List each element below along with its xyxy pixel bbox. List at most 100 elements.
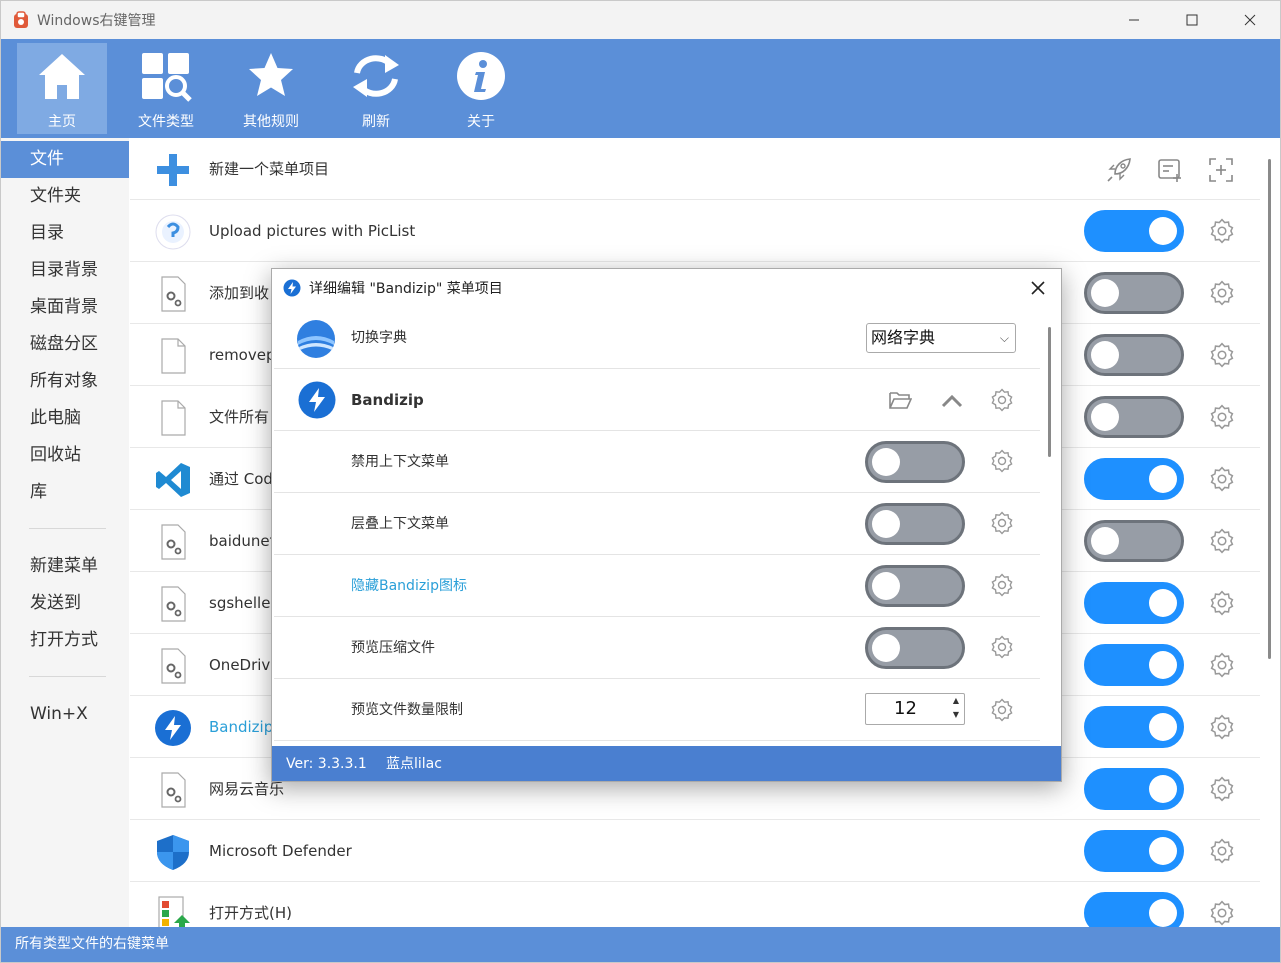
list-item-toggle[interactable] <box>1084 768 1184 810</box>
preview-limit-stepper[interactable]: 12 ▲ ▼ <box>865 693 965 725</box>
toggle-knob <box>872 510 900 538</box>
sidebar-item-send-to[interactable]: 发送到 <box>1 585 129 622</box>
sidebar: 文件 文件夹 目录 目录背景 桌面背景 磁盘分区 所有对象 此电脑 回收站 库 … <box>1 138 129 927</box>
preview-limit-row: 预览文件数量限制 12 ▲ ▼ <box>274 679 1040 741</box>
add-note-icon[interactable] <box>1157 157 1183 183</box>
dialog-scrollbar[interactable] <box>1048 327 1051 457</box>
list-item-toggle[interactable] <box>1084 582 1184 624</box>
app-header-row: Bandizip <box>274 369 1040 431</box>
gear-icon[interactable] <box>1209 714 1235 740</box>
list-item-toggle[interactable] <box>1084 210 1184 252</box>
maximize-button[interactable] <box>1163 1 1221 39</box>
close-icon <box>1031 281 1045 295</box>
folder-open-icon[interactable] <box>888 389 912 411</box>
blank-file-icon <box>161 338 186 374</box>
info-icon <box>457 52 505 100</box>
list-item-toggle[interactable] <box>1084 458 1184 500</box>
dialog-option-toggle[interactable] <box>865 565 965 607</box>
preview-limit-label: 预览文件数量限制 <box>351 702 463 718</box>
gear-icon[interactable] <box>1209 280 1235 306</box>
list-item-toggle[interactable] <box>1084 892 1184 927</box>
star-icon <box>249 53 293 96</box>
add-frame-icon[interactable] <box>1208 157 1234 183</box>
gear-icon[interactable] <box>1209 590 1235 616</box>
gear-icon[interactable] <box>1209 776 1235 802</box>
sidebar-item-all-objects[interactable]: 所有对象 <box>1 363 129 400</box>
list-item-toggle[interactable] <box>1084 334 1184 376</box>
sidebar-item-folder[interactable]: 文件夹 <box>1 178 129 215</box>
gear-icon[interactable] <box>990 698 1014 722</box>
list-item-toggle[interactable] <box>1084 644 1184 686</box>
dictionary-select[interactable]: 网络字典 ⌵ <box>866 323 1016 353</box>
toggle-knob <box>872 572 900 600</box>
sidebar-item-desktop-background[interactable]: 桌面背景 <box>1 289 129 326</box>
toolbar-refresh-button[interactable]: 刷新 <box>331 43 421 134</box>
sidebar-item-open-with[interactable]: 打开方式 <box>1 622 129 659</box>
gear-icon[interactable] <box>990 573 1014 597</box>
toggle-knob <box>1091 341 1119 369</box>
gear-icon[interactable] <box>1209 342 1235 368</box>
list-scrollbar[interactable] <box>1268 159 1271 659</box>
bandizip-small-icon <box>283 279 301 297</box>
sidebar-item-recycle-bin[interactable]: 回收站 <box>1 437 129 474</box>
sidebar-item-library[interactable]: 库 <box>1 474 129 511</box>
generic-file-gear-icon <box>161 524 186 560</box>
sidebar-item-new-menu[interactable]: 新建菜单 <box>1 548 129 585</box>
list-item-label: Upload pictures with PicList <box>209 222 416 240</box>
dialog-option-toggle[interactable] <box>865 627 965 669</box>
dialog-title: 详细编辑 "Bandizip" 菜单项目 <box>309 281 503 297</box>
chevron-up-icon[interactable] <box>940 391 964 409</box>
sidebar-item-file[interactable]: 文件 <box>1 141 129 178</box>
dialog-option-toggle[interactable] <box>865 441 965 483</box>
list-item-toggle[interactable] <box>1084 396 1184 438</box>
toolbar-about-button[interactable]: 关于 <box>436 43 526 134</box>
dialog-option-label: 预览压缩文件 <box>351 640 435 656</box>
gear-icon[interactable] <box>990 511 1014 535</box>
gear-icon[interactable] <box>1209 218 1235 244</box>
sidebar-item-drive[interactable]: 磁盘分区 <box>1 326 129 363</box>
gear-icon[interactable] <box>1209 652 1235 678</box>
add-plus-icon <box>157 154 189 186</box>
list-item[interactable]: Upload pictures with PicList <box>130 200 1260 262</box>
dialog-option-row: 禁用上下文菜单 <box>274 431 1040 493</box>
dialog-option-toggle[interactable] <box>865 503 965 545</box>
vscode-icon <box>156 463 190 497</box>
dictionary-row: 切换字典 网络字典 ⌵ <box>274 307 1040 369</box>
minimize-button[interactable] <box>1105 1 1163 39</box>
list-item[interactable]: 打开方式(H) <box>130 882 1260 927</box>
gear-icon[interactable] <box>1209 900 1235 926</box>
generic-file-gear-icon <box>161 276 186 312</box>
list-item-label: baidunet <box>209 532 276 550</box>
toolbar-file-type-button[interactable]: 文件类型 <box>121 43 211 134</box>
sidebar-item-win-x[interactable]: Win+X <box>1 696 129 733</box>
toolbar-home-button[interactable]: 主页 <box>17 43 107 134</box>
gear-icon[interactable] <box>990 635 1014 659</box>
gear-icon[interactable] <box>1209 466 1235 492</box>
sidebar-item-directory[interactable]: 目录 <box>1 215 129 252</box>
list-item[interactable]: Microsoft Defender <box>130 820 1260 882</box>
toolbar-other-rules-button[interactable]: 其他规则 <box>226 43 316 134</box>
toggle-knob <box>1149 217 1177 245</box>
dialog-close-button[interactable] <box>1025 275 1051 301</box>
gear-icon[interactable] <box>1209 528 1235 554</box>
gear-icon[interactable] <box>990 388 1014 412</box>
gear-icon[interactable] <box>1209 404 1235 430</box>
stepper-arrows[interactable]: ▲ ▼ <box>948 694 964 724</box>
gear-icon[interactable] <box>990 449 1014 473</box>
close-window-button[interactable] <box>1221 1 1279 39</box>
dialog-footer: Ver: 3.3.3.1 蓝点lilac <box>272 746 1061 781</box>
list-item-toggle[interactable] <box>1084 706 1184 748</box>
gear-icon[interactable] <box>1209 838 1235 864</box>
dialog-option-label: 隐藏Bandizip图标 <box>351 578 467 594</box>
list-item-label: 打开方式(H) <box>209 904 292 922</box>
sidebar-item-directory-background[interactable]: 目录背景 <box>1 252 129 289</box>
list-item-toggle[interactable] <box>1084 830 1184 872</box>
dialog-option-label: 层叠上下文菜单 <box>351 516 449 532</box>
list-item-toggle[interactable] <box>1084 520 1184 562</box>
sidebar-item-this-pc[interactable]: 此电脑 <box>1 400 129 437</box>
list-item-toggle[interactable] <box>1084 272 1184 314</box>
list-item-label: 通过 Cod <box>209 470 273 488</box>
author-link[interactable]: 蓝点lilac <box>386 746 442 781</box>
new-menu-item-row[interactable]: 新建一个菜单项目 <box>130 138 1260 200</box>
rocket-icon[interactable] <box>1106 157 1132 183</box>
